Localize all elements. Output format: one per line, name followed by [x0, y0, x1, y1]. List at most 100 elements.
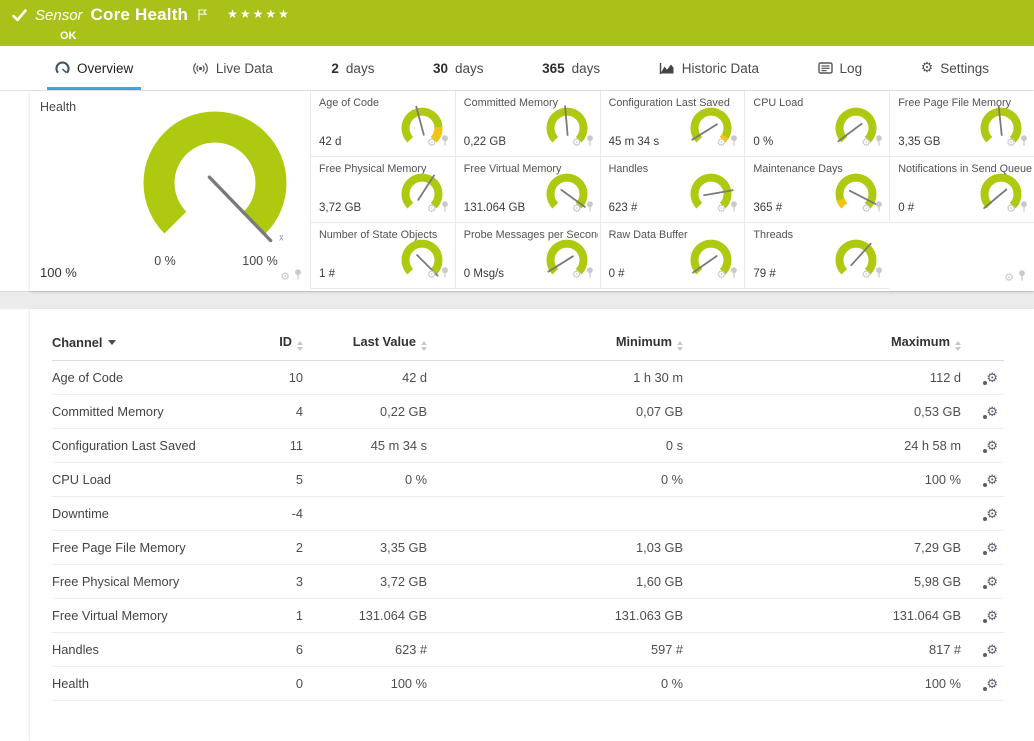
tab-365-days[interactable]: 365 days	[542, 46, 600, 90]
channel-settings-icon[interactable]: ⚙	[986, 474, 998, 487]
channel-id: 10	[258, 361, 309, 395]
channel-id: 1	[258, 599, 309, 633]
pin-icon[interactable]	[441, 199, 449, 217]
pin-icon[interactable]	[1018, 268, 1026, 286]
channel-settings-icon[interactable]: ⚙	[986, 678, 998, 691]
pin-icon[interactable]	[294, 267, 302, 285]
table-row[interactable]: Free Virtual Memory 1 131.064 GB 131.063…	[52, 599, 1004, 633]
gear-icon[interactable]: ⚙	[717, 203, 727, 214]
table-row[interactable]: Age of Code 10 42 d 1 h 30 m 112 d ⚙	[52, 361, 1004, 395]
pin-icon[interactable]	[730, 199, 738, 217]
channel-settings-icon[interactable]: ⚙	[986, 576, 998, 589]
gear-icon[interactable]: ⚙	[1006, 203, 1016, 214]
table-row[interactable]: Free Page File Memory 2 3,35 GB 1,03 GB …	[52, 531, 1004, 565]
channel-maximum: 817 #	[689, 633, 967, 667]
table-row[interactable]: Handles 6 623 # 597 # 817 # ⚙	[52, 633, 1004, 667]
pin-icon[interactable]	[875, 199, 883, 217]
gauge-value: 365 #	[753, 202, 782, 214]
channel-last-value	[309, 497, 433, 531]
gear-icon[interactable]: ⚙	[1006, 137, 1016, 148]
gear-icon[interactable]: ⚙	[1004, 272, 1014, 283]
column-label: Channel	[52, 335, 102, 350]
tab-log[interactable]: Log	[818, 46, 863, 90]
tab-settings[interactable]: ⚙ Settings	[921, 46, 989, 90]
pin-icon[interactable]	[730, 133, 738, 151]
channel-id: 6	[258, 633, 309, 667]
gear-icon[interactable]: ⚙	[427, 137, 437, 148]
channel-last-value: 3,72 GB	[309, 565, 433, 599]
column-header-maximum[interactable]: Maximum	[689, 325, 967, 361]
gauge-title: Threads	[753, 229, 887, 241]
pin-icon[interactable]	[1020, 199, 1028, 217]
channel-id: 0	[258, 667, 309, 701]
channel-settings-icon[interactable]: ⚙	[986, 508, 998, 521]
table-row[interactable]: Configuration Last Saved 11 45 m 34 s 0 …	[52, 429, 1004, 463]
pin-icon[interactable]	[586, 199, 594, 217]
channel-settings-icon[interactable]: ⚙	[986, 610, 998, 623]
gear-icon[interactable]: ⚙	[861, 203, 871, 214]
pin-icon[interactable]	[875, 265, 883, 283]
tab-prefix: 30	[433, 61, 448, 76]
tab-historic-data[interactable]: Historic Data	[659, 46, 759, 90]
tab-overview[interactable]: Overview	[55, 46, 133, 90]
tab-2-days[interactable]: 2 days	[331, 46, 374, 90]
gauge-tile: Maintenance Days 365 # ⚙	[744, 157, 889, 223]
tab-30-days[interactable]: 30 days	[433, 46, 484, 90]
table-row[interactable]: Health 0 100 % 0 % 100 % ⚙	[52, 667, 1004, 701]
pin-icon[interactable]	[875, 133, 883, 151]
channel-minimum: 1,03 GB	[433, 531, 689, 565]
channel-minimum: 0 s	[433, 429, 689, 463]
channel-id: 5	[258, 463, 309, 497]
channel-maximum: 7,29 GB	[689, 531, 967, 565]
table-row[interactable]: Free Physical Memory 3 3,72 GB 1,60 GB 5…	[52, 565, 1004, 599]
channel-minimum: 0,07 GB	[433, 395, 689, 429]
pin-icon[interactable]	[1020, 133, 1028, 151]
gauge-tile: Number of State Objects 1 # ⚙	[310, 223, 455, 289]
gauge-title: Free Virtual Memory	[464, 163, 598, 175]
gauge-icon	[55, 61, 70, 75]
column-header-id[interactable]: ID	[258, 325, 309, 361]
channel-settings-icon[interactable]: ⚙	[986, 542, 998, 555]
tab-live-data[interactable]: Live Data	[192, 46, 273, 90]
tab-label: days	[572, 61, 601, 76]
gauge-title: Committed Memory	[464, 97, 598, 109]
gauge-value: 79 #	[753, 268, 775, 280]
tab-label: Live Data	[216, 61, 273, 76]
gear-icon[interactable]: ⚙	[572, 269, 582, 280]
gear-icon[interactable]: ⚙	[861, 137, 871, 148]
gear-icon[interactable]: ⚙	[427, 203, 437, 214]
pin-icon[interactable]	[586, 265, 594, 283]
priority-flag-icon[interactable]	[198, 8, 207, 26]
pin-icon[interactable]	[441, 133, 449, 151]
gear-icon[interactable]: ⚙	[717, 137, 727, 148]
channel-settings-icon[interactable]: ⚙	[986, 406, 998, 419]
pin-icon[interactable]	[586, 133, 594, 151]
gauge-value: 0 Msg/s	[464, 268, 504, 280]
panel-divider	[0, 291, 1034, 309]
pin-icon[interactable]	[441, 265, 449, 283]
column-header-last-value[interactable]: Last Value	[309, 325, 433, 361]
pin-icon[interactable]	[730, 265, 738, 283]
column-header-channel[interactable]: Channel	[52, 325, 258, 361]
channel-settings-icon[interactable]: ⚙	[986, 372, 998, 385]
status-ok-check-icon	[12, 9, 27, 27]
gear-icon[interactable]: ⚙	[861, 269, 871, 280]
table-row[interactable]: Committed Memory 4 0,22 GB 0,07 GB 0,53 …	[52, 395, 1004, 429]
gear-icon[interactable]: ⚙	[717, 269, 727, 280]
gauge-tile: Free Virtual Memory 131.064 GB ⚙	[455, 157, 600, 223]
gear-icon[interactable]: ⚙	[572, 203, 582, 214]
sort-desc-icon	[108, 340, 116, 345]
column-header-minimum[interactable]: Minimum	[433, 325, 689, 361]
gear-icon[interactable]: ⚙	[427, 269, 437, 280]
priority-stars[interactable]: ★★★★★	[227, 7, 291, 21]
table-row[interactable]: Downtime -4 ⚙	[52, 497, 1004, 531]
gauge-value: 0 %	[753, 136, 773, 148]
chart-icon	[659, 62, 675, 75]
table-row[interactable]: CPU Load 5 0 % 0 % 100 % ⚙	[52, 463, 1004, 497]
channel-minimum: 131.063 GB	[433, 599, 689, 633]
channel-settings-icon[interactable]: ⚙	[986, 644, 998, 657]
channel-id: 3	[258, 565, 309, 599]
gear-icon[interactable]: ⚙	[280, 271, 290, 282]
gear-icon[interactable]: ⚙	[572, 137, 582, 148]
channel-settings-icon[interactable]: ⚙	[986, 440, 998, 453]
